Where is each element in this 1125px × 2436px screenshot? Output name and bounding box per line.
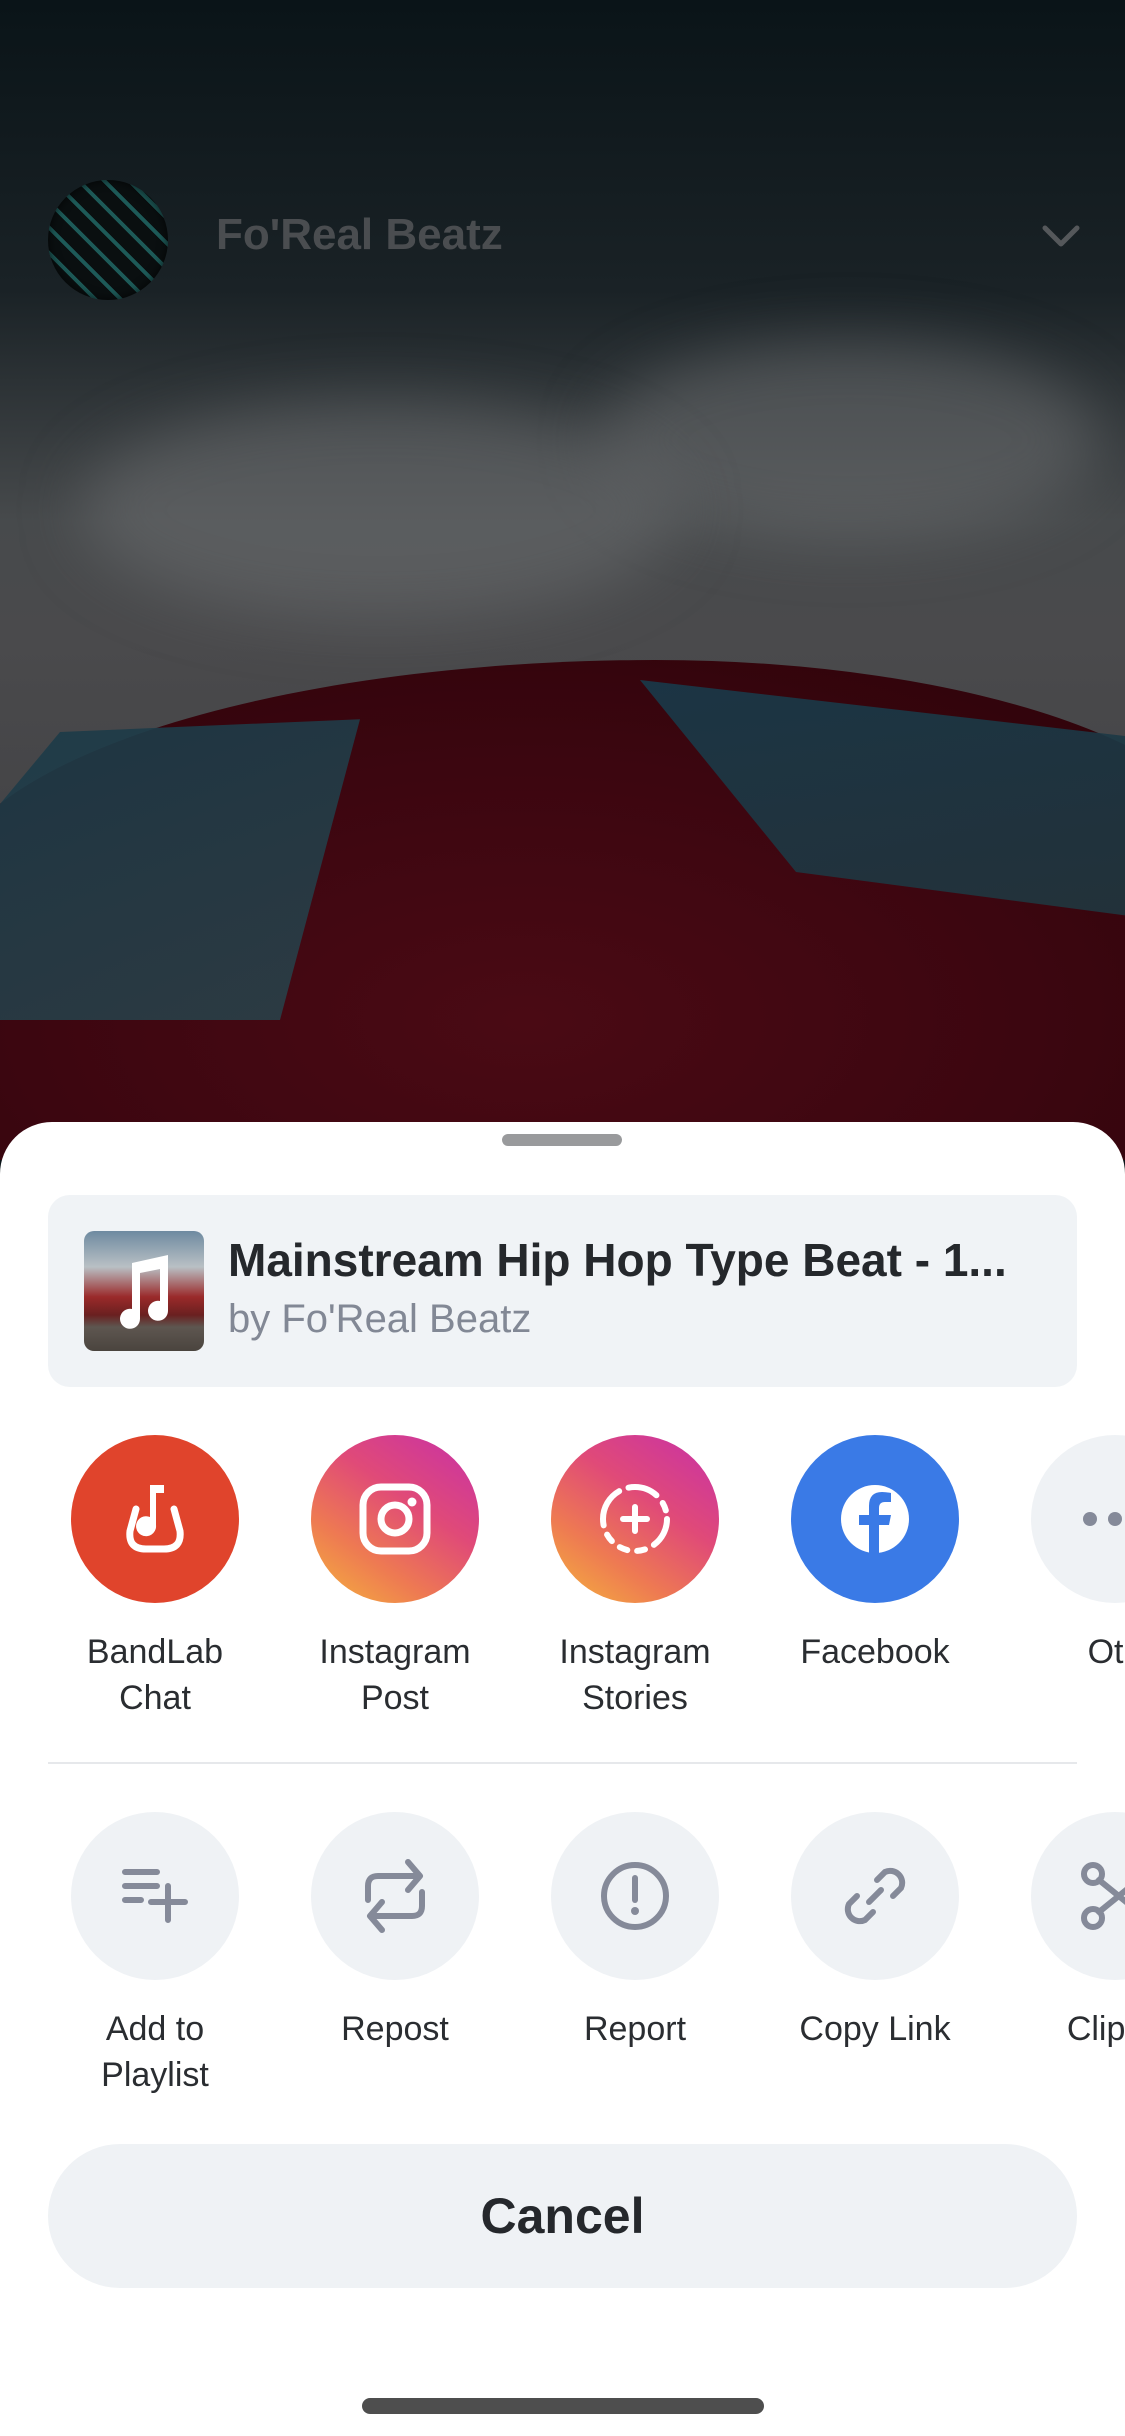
share-other[interactable]: Oth: [1015, 1435, 1125, 1675]
artist-name[interactable]: Fo'Real Beatz: [216, 210, 503, 260]
action-label: Clip M: [1066, 2010, 1125, 2048]
action-add-to-playlist[interactable]: Add to Playlist: [55, 1812, 255, 2098]
music-note-icon: [120, 1255, 168, 1329]
track-artwork: [84, 1231, 204, 1351]
action-clip[interactable]: Clip M: [1015, 1812, 1125, 2052]
background-cover-image: [0, 0, 1125, 1160]
share-label: Facebook: [800, 1633, 950, 1671]
track-artist: by Fo'Real Beatz: [228, 1297, 532, 1341]
share-instagram-stories[interactable]: Instagram Stories: [535, 1435, 735, 1721]
report-icon: [601, 1862, 669, 1930]
action-label: Copy Link: [799, 2010, 951, 2048]
home-indicator[interactable]: [362, 2398, 764, 2414]
share-sheet: Mainstream Hip Hop Type Beat - 1... by F…: [0, 1122, 1125, 2436]
link-icon: [844, 1867, 906, 1925]
action-report[interactable]: Report: [535, 1812, 735, 2052]
share-label: Stories: [582, 1679, 688, 1717]
share-facebook[interactable]: Facebook: [775, 1435, 975, 1675]
share-label: Oth: [1087, 1633, 1125, 1671]
more-icon: [1083, 1512, 1122, 1526]
instagram-stories-icon: [600, 1484, 670, 1554]
share-label: Instagram: [319, 1633, 471, 1671]
share-label: Instagram: [559, 1633, 711, 1671]
action-label: Repost: [341, 2010, 449, 2048]
share-label: Post: [360, 1679, 430, 1717]
action-repost[interactable]: Repost: [295, 1812, 495, 2052]
chevron-down-icon[interactable]: [1037, 212, 1085, 260]
action-label: Add to: [105, 2010, 205, 2048]
action-label: Playlist: [101, 2056, 209, 2094]
share-instagram-post[interactable]: Instagram Post: [295, 1435, 495, 1721]
cancel-button[interactable]: Cancel: [48, 2144, 1077, 2288]
artist-avatar[interactable]: [48, 180, 168, 300]
share-label: BandLab: [86, 1633, 224, 1671]
instagram-icon: [359, 1483, 431, 1555]
action-label: Report: [583, 2010, 687, 2048]
divider: [48, 1762, 1077, 1764]
track-card: Mainstream Hip Hop Type Beat - 1... by F…: [48, 1195, 1077, 1387]
repost-icon: [365, 1859, 425, 1933]
add-to-playlist-icon: [122, 1869, 188, 1923]
artist-header: Fo'Real Beatz: [0, 180, 1125, 300]
scissors-icon: [1081, 1862, 1125, 1930]
track-title: Mainstream Hip Hop Type Beat - 1...: [228, 1234, 1007, 1286]
share-label: Chat: [119, 1679, 191, 1717]
sheet-grabber[interactable]: [502, 1134, 622, 1146]
share-bandlab-chat[interactable]: BandLab Chat: [55, 1435, 255, 1721]
facebook-icon: [841, 1485, 909, 1557]
bandlab-icon: [126, 1485, 184, 1553]
action-copy-link[interactable]: Copy Link: [775, 1812, 975, 2052]
